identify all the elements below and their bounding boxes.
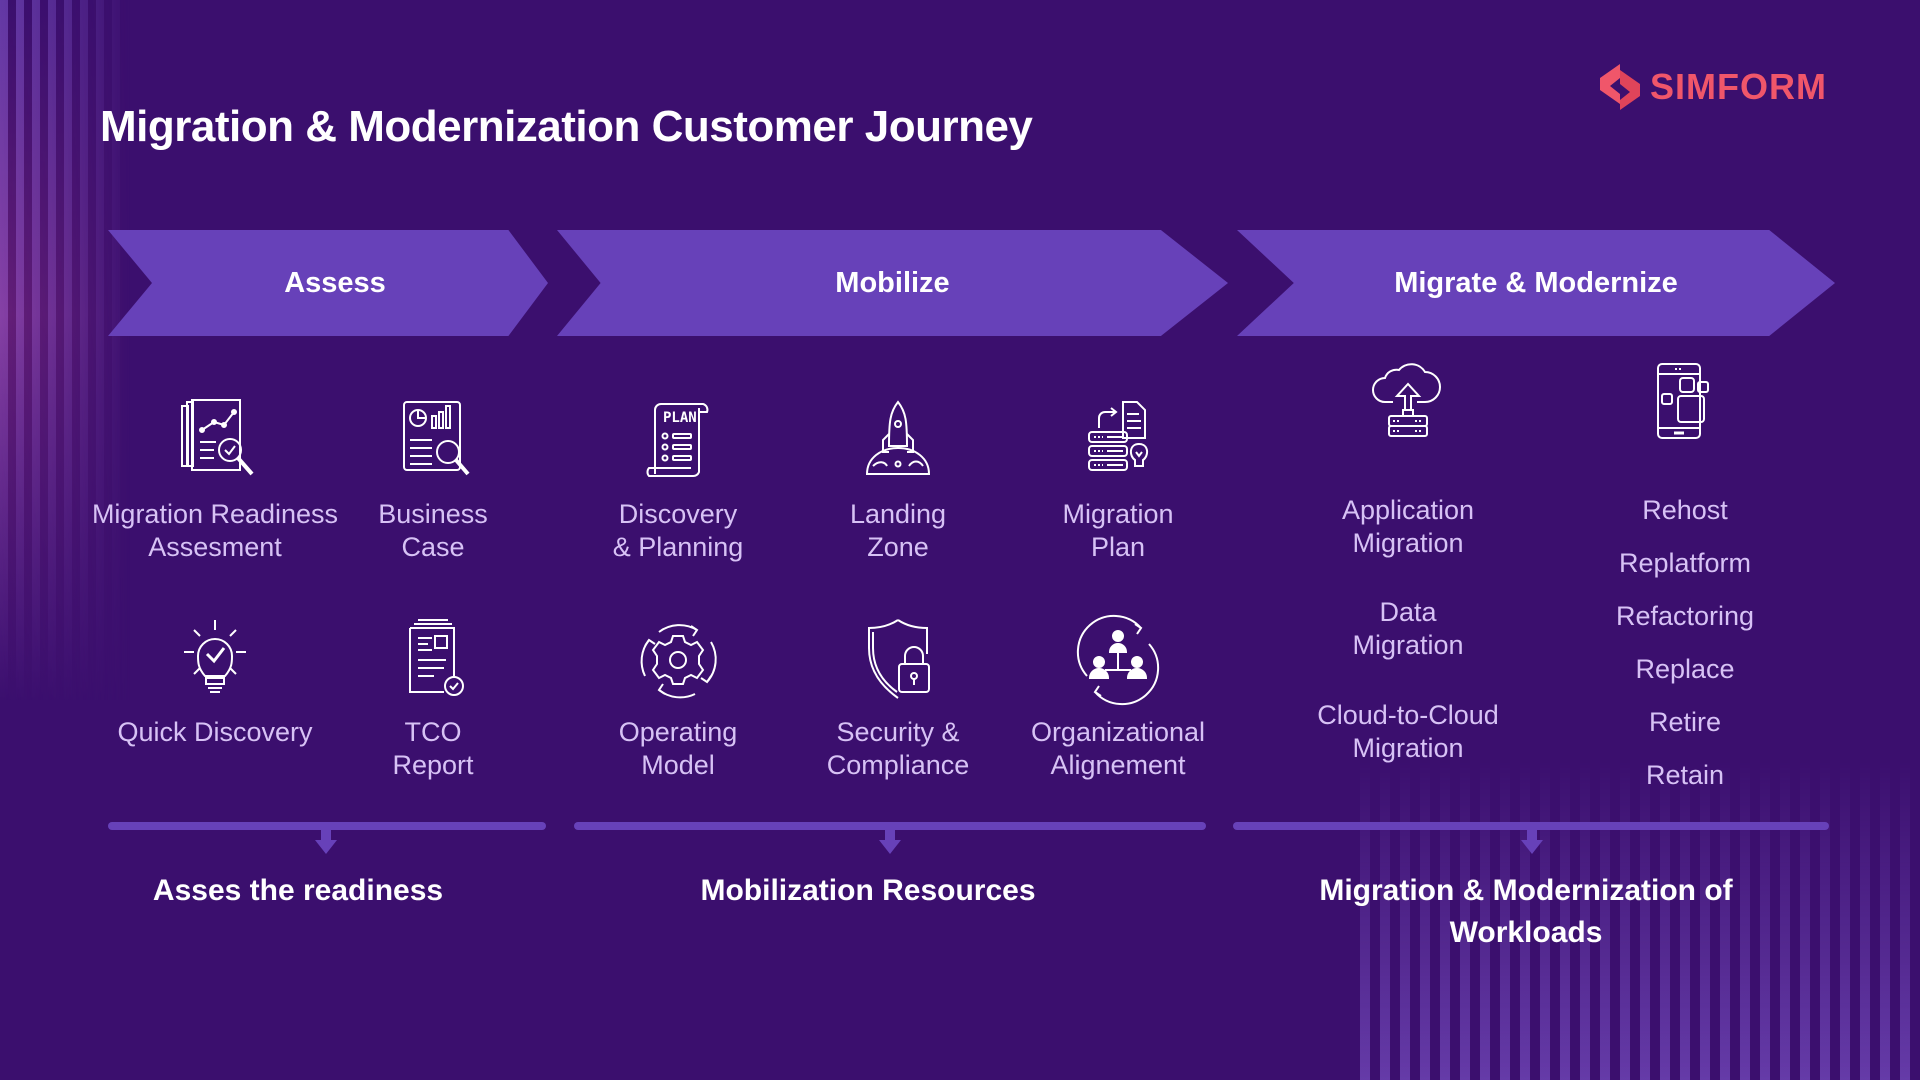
shield-lock-icon [868, 619, 930, 699]
item-label: Organizational Alignement [1030, 717, 1206, 780]
outcome-mobilize: Mobilization Resources [700, 874, 1036, 907]
strategy-retire: Retire [1648, 707, 1722, 737]
logo-text: SIMFORM [1650, 66, 1827, 107]
outcome-migrate-modernize: Migration & Modernization of Workloads [1319, 874, 1733, 949]
rocket-icon [865, 400, 931, 475]
item-label: Migration Plan [1062, 499, 1174, 562]
strategy-refactoring: Refactoring [1615, 601, 1755, 631]
migration-type-cloud-to-cloud: Cloud-to-Cloud Migration [1317, 700, 1499, 763]
phase-banner-mobilize: Mobilize [557, 230, 1228, 336]
simform-logo-icon [1600, 64, 1640, 110]
strategy-retain: Retain [1645, 760, 1725, 790]
lightbulb-check-icon [184, 620, 246, 693]
plan-scroll-icon: PLAN [646, 403, 709, 477]
item-label: TCO Report [392, 717, 474, 780]
gear-cycle-icon [640, 624, 717, 699]
arrow-down-icon [315, 828, 337, 854]
server-document-icon [1088, 401, 1149, 471]
cloud-upload-server-icon [1372, 363, 1441, 437]
org-cycle-icon [1076, 614, 1160, 706]
migration-type-application: Application Migration [1341, 495, 1475, 558]
page-title: Migration & Modernization Customer Journ… [100, 102, 1033, 151]
phase-title: Migrate & Modernize [1394, 266, 1678, 299]
migration-type-data: Data Migration [1352, 597, 1464, 660]
phase-title: Mobilize [835, 266, 950, 299]
arrow-down-icon [879, 828, 901, 854]
strategy-replatform: Replatform [1618, 548, 1752, 578]
strategy-replace: Replace [1635, 654, 1735, 684]
mobilize-item-organizational-alignment: Organizational Alignement [988, 614, 1248, 782]
mobilize-item-migration-plan: Migration Plan [988, 400, 1248, 564]
phase-banner-migrate-modernize: Migrate & Modernize [1237, 230, 1835, 336]
arrow-down-icon [1521, 828, 1543, 854]
assess-item-business-case: Business Case [303, 400, 563, 564]
strategy-rehost: Rehost [1642, 495, 1728, 525]
svg-text:PLAN: PLAN [663, 410, 697, 426]
tco-report-icon [409, 619, 464, 696]
readiness-assessment-icon [181, 399, 254, 476]
simform-logo: SIMFORM [1598, 62, 1827, 112]
mobile-app-icon [1657, 363, 1709, 439]
phase-banner-assess: Assess [108, 230, 548, 336]
item-label: Business Case [378, 499, 488, 562]
business-case-icon [403, 401, 470, 476]
assess-item-tco-report: TCO Report [303, 618, 563, 782]
outcome-assess: Asses the readiness [152, 874, 444, 907]
phase-title: Assess [284, 266, 386, 299]
